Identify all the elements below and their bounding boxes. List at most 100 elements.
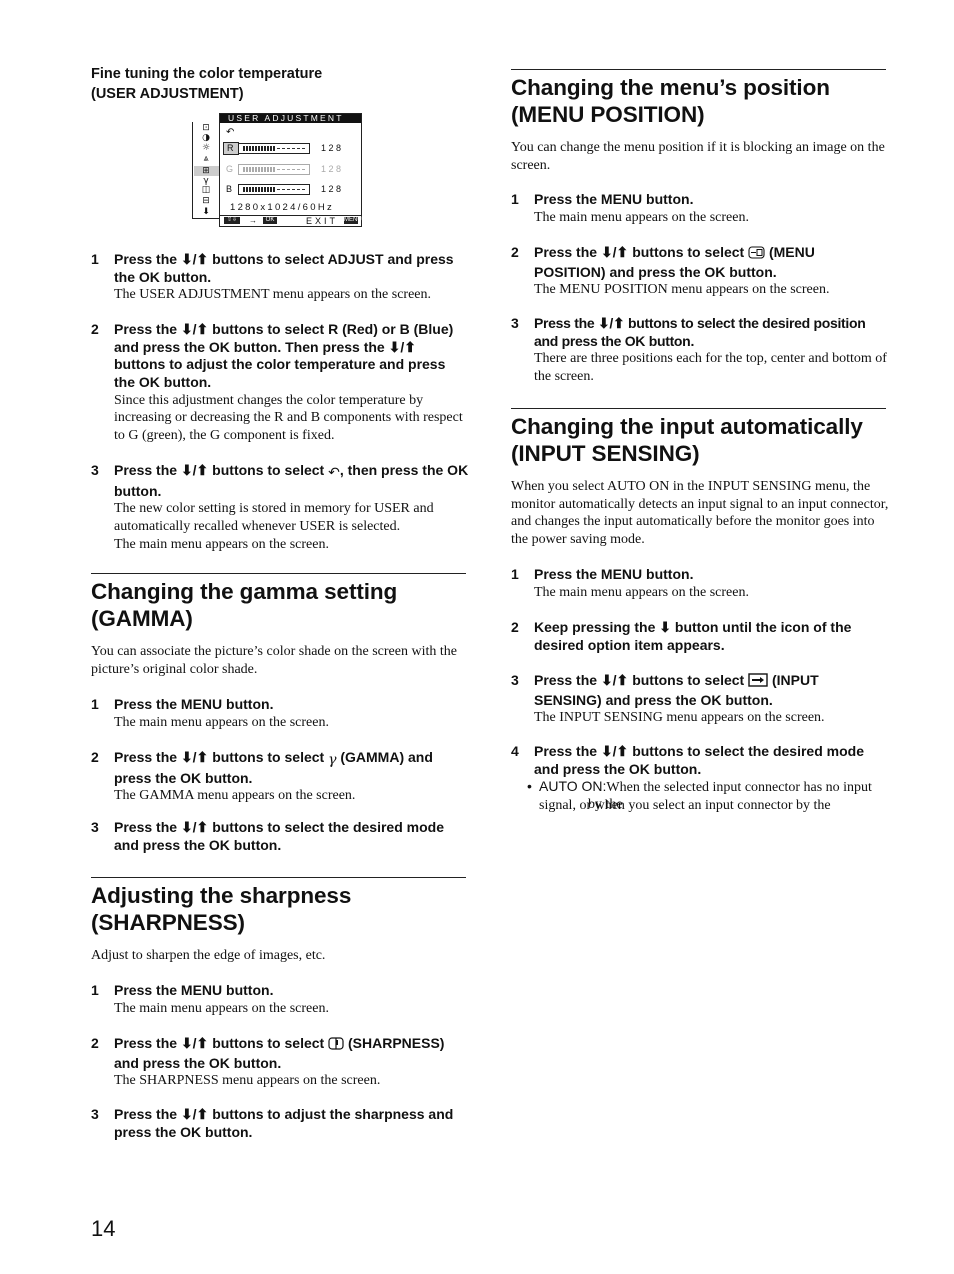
step-description: The main menu appears on the screen. [114,714,329,730]
menu-position-icon [748,246,765,264]
step-number: 1 [91,251,99,267]
gamma-step-2: 2 Press the ⬇/⬆ buttons to select γ (GAM… [91,749,469,805]
text: buttons to select [212,749,325,765]
text: Press the [534,743,598,759]
osd-slider-g [238,164,310,175]
osd-row-label: B [226,184,233,194]
step-number: 2 [91,321,99,337]
step-number: 2 [511,619,519,635]
section-title: Adjusting the sharpness (SHARPNESS) [91,882,466,936]
step-instruction: Press the ⬇/⬆ buttons to select the desi… [114,819,469,854]
osd-slider-r [238,143,310,154]
text: buttons to select [632,672,745,688]
auto-on-body: by the [588,796,888,814]
step-instruction: Press the MENU button. [114,982,274,998]
osd-title: USER ADJUSTMENT [220,114,361,123]
section-title: Changing the gamma setting (GAMMA) [91,578,466,632]
down-up-arrows-icon: ⬇/⬆ [388,338,416,355]
step-description: The main menu appears on the screen. [114,1000,329,1016]
is-step-4: 4 Press the ⬇/⬆ buttons to select the de… [511,743,889,813]
step-instruction: Press the ⬇/⬆ buttons to adjust the shar… [114,1106,469,1141]
heading-line: Adjusting the sharpness [91,883,352,908]
step-instruction: Press the ⬇/⬆ buttons to select ADJUST a… [114,251,454,285]
step-instruction: Press the ⬇/⬆ buttons to select R (Red) … [114,321,454,391]
section-title: Changing the input automatically (INPUT … [511,413,886,467]
osd-row-value: 128 [321,164,344,174]
down-up-arrows-icon: ⬇/⬆ [180,1106,209,1122]
step-number: 3 [91,819,99,835]
more-down-icon: ⬇ [202,207,210,217]
text: Press the [534,244,598,260]
down-up-arrows-icon: ⬇/⬆ [180,749,209,765]
step-description: The new color setting is stored in memor… [114,501,434,534]
mp-step-1: 1 Press the MENU button. The main menu a… [511,191,889,226]
menu-position-intro: You can change the menu position if it i… [511,140,885,173]
osd-row-value: 128 [321,184,344,194]
ua-step-2: 2 Press the ⬇/⬆ buttons to select R (Red… [91,321,469,445]
color-icon: ⊞ [202,166,210,176]
gamma-step-3: 3 Press the ⬇/⬆ buttons to select the de… [91,819,469,854]
step-instruction: Press the MENU button. [534,191,694,207]
step-instruction: Press the ⬇/⬆ buttons to select the desi… [534,743,889,778]
is-step-3: 3 Press the ⬇/⬆ buttons to select (INPUT… [511,672,889,727]
sharpness-step-2: 2 Press the ⬇/⬆ buttons to select (SHARP… [91,1035,469,1090]
heading-line: Changing the input automatically [511,414,863,439]
gamma-section-heading: Changing the gamma setting (GAMMA) [91,573,466,632]
step-number: 1 [511,191,519,207]
osd-row-label: R [223,142,239,155]
heading-line: (MENU POSITION) [511,102,705,127]
sharpness-intro: Adjust to sharpen the edge of images, et… [91,948,326,963]
text: Press the [114,1035,178,1051]
step-instruction: Press the ⬇/⬆ buttons to select γ (GAMMA… [114,749,469,787]
text: Press the [534,672,598,688]
step-number: 3 [511,672,519,688]
input-icon: ⊡ [202,123,210,133]
sharpness-icon [328,1037,344,1055]
osd-row-value: 128 [321,143,344,153]
osd-panel: USER ADJUSTMENT ↶ R 128 G 128 B 128 1280… [219,113,362,227]
step-description: The GAMMA menu appears on the screen. [114,788,356,804]
exit-label: EXIT [306,216,339,226]
heading-line: Changing the gamma setting [91,579,398,604]
brightness-icon: ☼ [201,143,211,153]
step-instruction: Press the MENU button. [114,696,274,712]
step-description: The main menu appears on the screen. [534,209,749,225]
down-up-arrows-icon: ⬇/⬆ [180,251,209,267]
user-adjustment-osd-figure: ⊡ ◑ ☼ ⩓ ⊞ γ ◫ ⊟ ⬇ USER ADJUSTMENT ↶ R 12… [192,113,362,227]
text: Press the [114,819,178,835]
text: buttons to select [212,1035,325,1051]
heading-line: (SHARPNESS) [91,910,245,935]
ua-step-3: 3 Press the ⬇/⬆ buttons to select ↶, the… [91,462,469,553]
gamma-icon: γ [328,752,337,768]
section-title: Changing the menu’s position (MENU POSIT… [511,74,886,128]
step-instruction: Press the ⬇/⬆ buttons to select ↶, then … [114,462,469,499]
back-icon: ↶ [328,465,340,481]
step-number: 3 [511,315,519,331]
step-description: The INPUT SENSING menu appears on the sc… [534,710,825,726]
osd-slider-b [238,184,310,195]
sharpness-step-1: 1 Press the MENU button. The main menu a… [91,982,469,1017]
osd-resolution: 1280x1024/60Hz [230,202,335,213]
heading-line: Changing the menu’s position [511,75,830,100]
step-instruction: Press the ⬇/⬆ buttons to select (INPUT S… [534,672,889,709]
input-sensing-section-heading: Changing the input automatically (INPUT … [511,408,886,467]
input-sensing-icon [748,673,768,692]
nav-keys-icon: ⇧⇩ [224,217,240,224]
menu-position-section-heading: Changing the menu’s position (MENU POSIT… [511,69,886,128]
is-step-1: 1 Press the MENU button. The main menu a… [511,566,889,601]
step-description: There are three positions each for the t… [534,351,887,384]
down-up-arrows-icon: ⬇/⬆ [180,462,209,478]
step-description: The main menu appears on the screen. [534,584,749,600]
text: Press the [114,1106,178,1122]
osd-row-label: G [226,164,234,174]
picture-icon: ⩓ [203,154,209,164]
step-description: The MENU POSITION menu appears on the sc… [534,282,830,298]
down-arrow-icon: ⬇ [659,619,671,635]
heading-line: (GAMMA) [91,606,193,631]
step-number: 1 [91,982,99,998]
bullet-dot: • [527,778,532,795]
is-step-2: 2 Keep pressing the ⬇ button until the i… [511,619,889,654]
mp-step-3: 3 Press the ⬇/⬆ buttons to select the de… [511,315,889,386]
gamma-intro: You can associate the picture’s color sh… [91,644,457,677]
ua-step-1: 1 Press the ⬇/⬆ buttons to select ADJUST… [91,251,469,304]
